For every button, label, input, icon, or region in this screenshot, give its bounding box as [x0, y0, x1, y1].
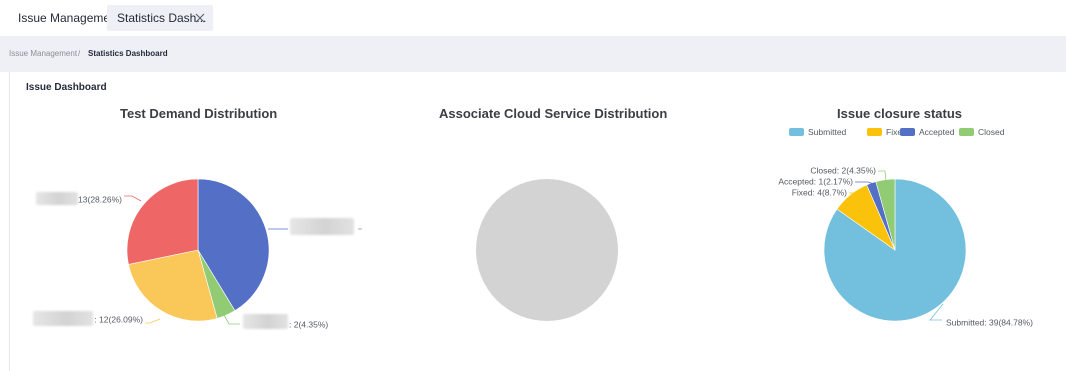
redacted-label — [290, 218, 354, 235]
slice-data-label: Closed: 2(4.35%) — [810, 165, 876, 175]
slice-data-label: : 12(26.09%) — [94, 314, 143, 324]
pie-cloud-service — [476, 179, 618, 321]
redacted-label — [36, 192, 78, 205]
pie-slice-3[interactable] — [126, 178, 199, 265]
slice-data-label: Fixed: 4(8.7%) — [792, 187, 847, 197]
redacted-label — [33, 311, 93, 326]
label-leader-line — [223, 314, 240, 325]
slice-data-label: Accepted: 1(2.17%) — [778, 176, 853, 186]
slice-data-label: : 2(4.35%) — [289, 319, 328, 329]
charts-canvas: : 2(4.35%) : 12(26.09%) 13(28.26%) Submitt… — [78, 165, 1033, 329]
pie-test-demand: : 2(4.35%) : 12(26.09%) 13(28.26%) — [78, 178, 362, 329]
pie-issue-closure: Submitted: 39(84.78%) Fixed: 4(8.7%)Accep… — [778, 165, 1033, 327]
slice-data-label: 13(28.26%) — [78, 194, 122, 204]
label-leader-line — [145, 318, 161, 324]
label-leader-line — [124, 195, 142, 202]
slice-data-label: Submitted: 39(84.78%) — [946, 317, 1033, 327]
pie-empty-placeholder — [476, 179, 618, 321]
redacted-label — [243, 314, 288, 329]
